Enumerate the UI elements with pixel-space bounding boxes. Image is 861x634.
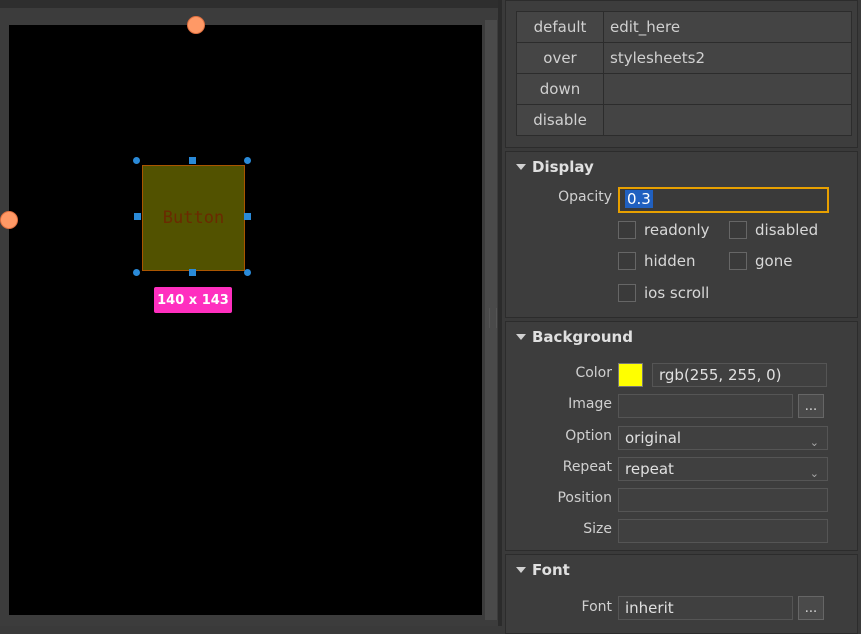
repeat-label: Repeat [562,459,612,475]
background-section-header[interactable]: Background [516,328,633,346]
opacity-label: Opacity [558,189,612,205]
chevron-down-icon: ⌄ [809,436,819,449]
color-input[interactable]: rgb(255, 255, 0) [652,363,827,387]
display-title: Display [532,158,594,176]
font-browse-button[interactable]: ... [798,596,824,620]
resize-handle-bottom-left[interactable] [133,269,140,276]
table-row: disable [516,104,852,136]
properties-panel: default edit_here over stylesheets2 down… [502,0,861,634]
option-label: Option [565,428,612,444]
opacity-value: 0.3 [625,190,653,208]
design-canvas-area: Button 140 x 143 [0,0,500,626]
ios-scroll-checkbox[interactable] [618,284,636,302]
resize-handle-right[interactable] [244,213,251,220]
position-label: Position [557,490,612,506]
collapse-triangle-icon [516,164,526,170]
state-value[interactable] [603,73,852,105]
image-label: Image [568,396,612,412]
font-section-header[interactable]: Font [516,561,570,579]
image-browse-button[interactable]: ... [798,394,824,418]
state-key: down [516,73,604,105]
resize-handle-bottom-right[interactable] [244,269,251,276]
resize-handle-bottom[interactable] [189,269,196,276]
disabled-checkbox[interactable] [729,221,747,239]
table-row: default edit_here [516,11,852,43]
ios-scroll-label: ios scroll [644,284,710,302]
collapse-triangle-icon [516,567,526,573]
left-guide-handle[interactable] [0,211,18,229]
top-guide-handle[interactable] [187,16,205,34]
size-badge: 140 x 143 [154,287,232,313]
font-title: Font [532,561,570,579]
states-table: default edit_here over stylesheets2 down… [516,11,852,136]
color-swatch[interactable] [618,363,643,387]
repeat-select-value: repeat [625,460,674,478]
hidden-checkbox[interactable] [618,252,636,270]
resize-handle-top-right[interactable] [244,157,251,164]
splitter-grip-icon[interactable] [489,308,497,328]
gone-checkbox[interactable] [729,252,747,270]
table-row: over stylesheets2 [516,42,852,74]
font-section: Font Font inherit ... [505,554,858,634]
resize-handle-top[interactable] [189,157,196,164]
canvas-button-widget[interactable]: Button [142,165,245,271]
readonly-checkbox[interactable] [618,221,636,239]
option-select-value: original [625,429,682,447]
display-section-header[interactable]: Display [516,158,594,176]
resize-handle-top-left[interactable] [133,157,140,164]
background-title: Background [532,328,633,346]
display-section: Display Opacity 0.3 readonly disabled hi… [505,151,858,318]
opacity-input[interactable]: 0.3 [618,187,829,213]
image-input[interactable] [618,394,793,418]
font-label: Font [581,599,612,615]
gone-label: gone [755,252,793,270]
size-input[interactable] [618,519,828,543]
state-key: default [516,11,604,43]
hidden-label: hidden [644,252,696,270]
size-label: Size [583,521,612,537]
state-key: over [516,42,604,74]
states-section: default edit_here over stylesheets2 down… [505,0,858,148]
state-key: disable [516,104,604,136]
state-value[interactable] [603,104,852,136]
state-value[interactable]: stylesheets2 [603,42,852,74]
canvas-top-ruler [0,0,500,8]
canvas-button-label: Button [162,208,225,228]
table-row: down [516,73,852,105]
option-select[interactable]: original ⌄ [618,426,828,450]
readonly-label: readonly [644,221,710,239]
state-value[interactable]: edit_here [603,11,852,43]
repeat-select[interactable]: repeat ⌄ [618,457,828,481]
chevron-down-icon: ⌄ [809,467,819,480]
design-stage[interactable] [9,25,482,615]
background-section: Background Color rgb(255, 255, 0) Image … [505,321,858,551]
position-input[interactable] [618,488,828,512]
disabled-label: disabled [755,221,819,239]
color-label: Color [575,365,612,381]
collapse-triangle-icon [516,334,526,340]
font-input[interactable]: inherit [618,596,793,620]
resize-handle-left[interactable] [134,213,141,220]
